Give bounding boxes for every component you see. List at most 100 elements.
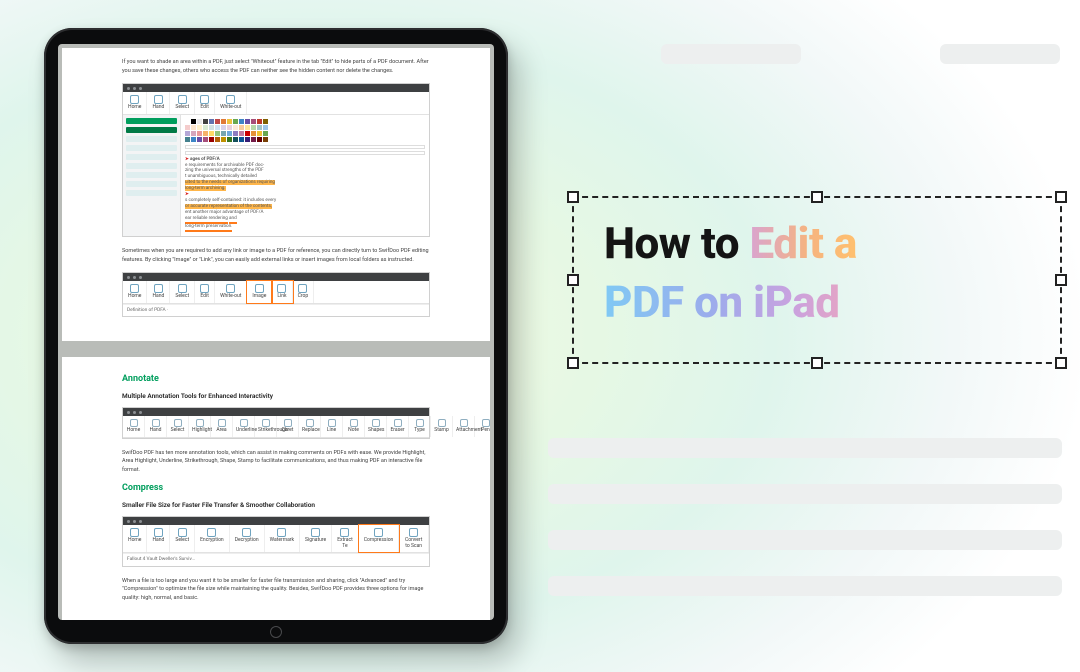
color-swatch[interactable] (251, 137, 256, 142)
color-swatch[interactable] (227, 119, 232, 124)
ribbon-tab-signature[interactable]: Signature (300, 525, 332, 552)
color-swatch[interactable] (197, 131, 202, 136)
ribbon-tab-select[interactable]: Select (170, 281, 195, 303)
ribbon-tab-home[interactable]: Home (123, 281, 147, 303)
ribbon-tab-compression[interactable]: Compression (359, 525, 400, 552)
color-swatch[interactable] (239, 137, 244, 142)
ribbon-tab-eraser[interactable]: Eraser (387, 416, 409, 437)
ribbon-tab-type[interactable]: Type (409, 416, 431, 437)
color-swatch[interactable] (221, 125, 226, 130)
ribbon-tab-edit[interactable]: Edit (195, 92, 215, 114)
ribbon-tab-area[interactable]: Area (211, 416, 233, 437)
color-swatch[interactable] (215, 131, 220, 136)
color-swatch[interactable] (263, 125, 268, 130)
ribbon-tab-hand[interactable]: Hand (145, 416, 167, 437)
color-swatch[interactable] (203, 125, 208, 130)
resize-handle-bottom-middle[interactable] (811, 357, 823, 369)
color-swatch[interactable] (215, 119, 220, 124)
color-swatch[interactable] (257, 131, 262, 136)
color-swatch[interactable] (245, 125, 250, 130)
color-swatch[interactable] (209, 137, 214, 142)
color-swatch[interactable] (185, 131, 190, 136)
ribbon-tab-caret[interactable]: Caret (277, 416, 299, 437)
ribbon-tab-image[interactable]: Image (247, 281, 272, 303)
color-swatch[interactable] (221, 119, 226, 124)
color-swatch[interactable] (203, 119, 208, 124)
color-swatch[interactable] (263, 119, 268, 124)
color-swatch[interactable] (263, 131, 268, 136)
color-swatch[interactable] (239, 119, 244, 124)
color-swatch[interactable] (239, 125, 244, 130)
resize-handle-bottom-left[interactable] (567, 357, 579, 369)
ribbon-tab-underline[interactable]: Underline (233, 416, 255, 437)
color-swatch[interactable] (191, 137, 196, 142)
ribbon-tab-select[interactable]: Select (170, 525, 195, 552)
ribbon-tab-hand[interactable]: Hand (147, 525, 170, 552)
color-swatch[interactable] (251, 125, 256, 130)
ribbon-tab-line[interactable]: Line (321, 416, 343, 437)
ribbon-tab-shapes[interactable]: Shapes (365, 416, 387, 437)
color-swatch[interactable] (191, 125, 196, 130)
ribbon-tab-select[interactable]: Select (167, 416, 189, 437)
color-swatch[interactable] (221, 131, 226, 136)
color-swatch[interactable] (233, 119, 238, 124)
color-swatch[interactable] (239, 131, 244, 136)
color-swatch[interactable] (257, 137, 262, 142)
color-swatch[interactable] (257, 125, 262, 130)
ribbon-tab-select[interactable]: Select (170, 92, 195, 114)
ribbon-tab-hand[interactable]: Hand (147, 281, 170, 303)
color-swatch[interactable] (209, 131, 214, 136)
color-swatch[interactable] (209, 119, 214, 124)
color-swatch[interactable] (203, 137, 208, 142)
ribbon-tab-hand[interactable]: Hand (147, 92, 170, 114)
resize-handle-top-left[interactable] (567, 191, 579, 203)
color-swatch[interactable] (191, 119, 196, 124)
color-swatch[interactable] (203, 131, 208, 136)
color-swatch[interactable] (227, 131, 232, 136)
color-swatch[interactable] (251, 119, 256, 124)
color-swatch[interactable] (191, 131, 196, 136)
color-swatch[interactable] (227, 137, 232, 142)
ribbon-tab-edit[interactable]: Edit (195, 281, 215, 303)
ribbon-tab-encryption[interactable]: Encryption (195, 525, 230, 552)
ribbon-tab-extract-te[interactable]: Extract Te (332, 525, 359, 552)
color-swatch[interactable] (185, 119, 190, 124)
ribbon-tab-stamp[interactable]: Stamp (431, 416, 453, 437)
color-swatch[interactable] (197, 119, 202, 124)
resize-handle-middle-right[interactable] (1055, 274, 1067, 286)
ribbon-tab-decryption[interactable]: Decryption (230, 525, 265, 552)
color-swatch[interactable] (245, 119, 250, 124)
ribbon-tab-strikethrough[interactable]: Strikethrough (255, 416, 277, 437)
color-swatch[interactable] (245, 131, 250, 136)
ribbon-tab-replace[interactable]: Replace (299, 416, 321, 437)
color-swatch[interactable] (209, 125, 214, 130)
color-swatch[interactable] (197, 137, 202, 142)
ribbon-tab-attachment[interactable]: Attachment (453, 416, 475, 437)
ribbon-tab-watermark[interactable]: Watermark (265, 525, 300, 552)
ribbon-tab-highlight[interactable]: Highlight (189, 416, 211, 437)
color-swatch[interactable] (257, 119, 262, 124)
color-swatch[interactable] (245, 137, 250, 142)
color-swatch[interactable] (221, 137, 226, 142)
ribbon-tab-convert-to-scan[interactable]: Convert to Scan (399, 525, 429, 552)
resize-handle-top-middle[interactable] (811, 191, 823, 203)
color-palette[interactable] (185, 119, 425, 142)
color-swatch[interactable] (197, 125, 202, 130)
ribbon-tab-home[interactable]: Home (123, 525, 147, 552)
ribbon-tab-home[interactable]: Home (123, 92, 147, 114)
ribbon-tab-white-out[interactable]: White-out (215, 281, 247, 303)
color-swatch[interactable] (233, 137, 238, 142)
color-swatch[interactable] (215, 125, 220, 130)
color-swatch[interactable] (233, 131, 238, 136)
color-swatch[interactable] (227, 125, 232, 130)
ribbon-tab-link[interactable]: Link (272, 281, 292, 303)
color-swatch[interactable] (185, 125, 190, 130)
ribbon-tab-pen[interactable]: Pen (475, 416, 494, 437)
ribbon-tab-note[interactable]: Note (343, 416, 365, 437)
color-swatch[interactable] (233, 125, 238, 130)
resize-handle-middle-left[interactable] (567, 274, 579, 286)
color-swatch[interactable] (185, 137, 190, 142)
color-swatch[interactable] (215, 137, 220, 142)
ribbon-tab-home[interactable]: Home (123, 416, 145, 437)
color-swatch[interactable] (263, 137, 268, 142)
